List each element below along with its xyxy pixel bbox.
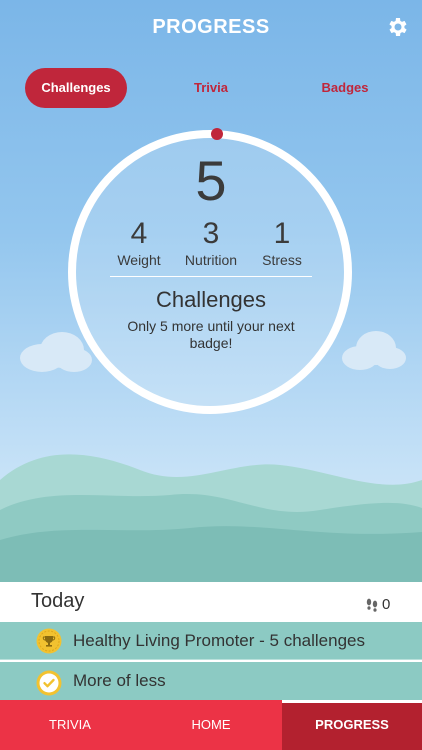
hills-illustration — [0, 454, 422, 582]
segment-challenges[interactable]: Challenges — [25, 68, 127, 108]
ring-subtitle: Only 5 more until your next badge! — [127, 318, 295, 351]
cloud-left — [20, 332, 92, 372]
footsteps-icon — [366, 598, 378, 612]
checkmark-icon — [36, 670, 62, 696]
page-title: PROGRESS — [152, 16, 270, 38]
active-tab-indicator — [282, 700, 422, 703]
list-item[interactable]: Healthy Living Promoter - 5 challenges — [0, 622, 422, 660]
gear-icon[interactable] — [386, 15, 410, 39]
stat-label: Stress — [262, 252, 302, 268]
segment-trivia[interactable]: Trivia — [161, 68, 261, 108]
steps-count: 0 — [382, 596, 391, 613]
segmented-control: Challenges Trivia Badges — [25, 68, 397, 108]
bottom-tab-bar: TRIVIA HOME PROGRESS — [0, 700, 422, 750]
cloud-right — [342, 331, 406, 370]
challenges-total: 5 — [195, 149, 227, 212]
tab-progress[interactable]: PROGRESS — [282, 700, 422, 750]
today-header: Today — [0, 582, 422, 622]
segment-badges[interactable]: Badges — [295, 68, 395, 108]
tab-home[interactable]: HOME — [141, 700, 281, 750]
stats-divider — [110, 276, 312, 277]
tab-trivia[interactable]: TRIVIA — [0, 700, 140, 750]
trophy-icon — [36, 628, 62, 654]
list-item-text: Healthy Living Promoter - 5 challenges — [73, 631, 365, 650]
list-item-text: More of less — [73, 671, 166, 690]
stat-value: 1 — [273, 217, 291, 250]
stat-stress: 1 Stress — [237, 217, 327, 269]
list-item[interactable]: More of less — [0, 662, 422, 700]
today-label: Today — [31, 590, 85, 612]
ring-title: Challenges — [155, 287, 267, 312]
progress-ring-marker — [211, 128, 223, 140]
